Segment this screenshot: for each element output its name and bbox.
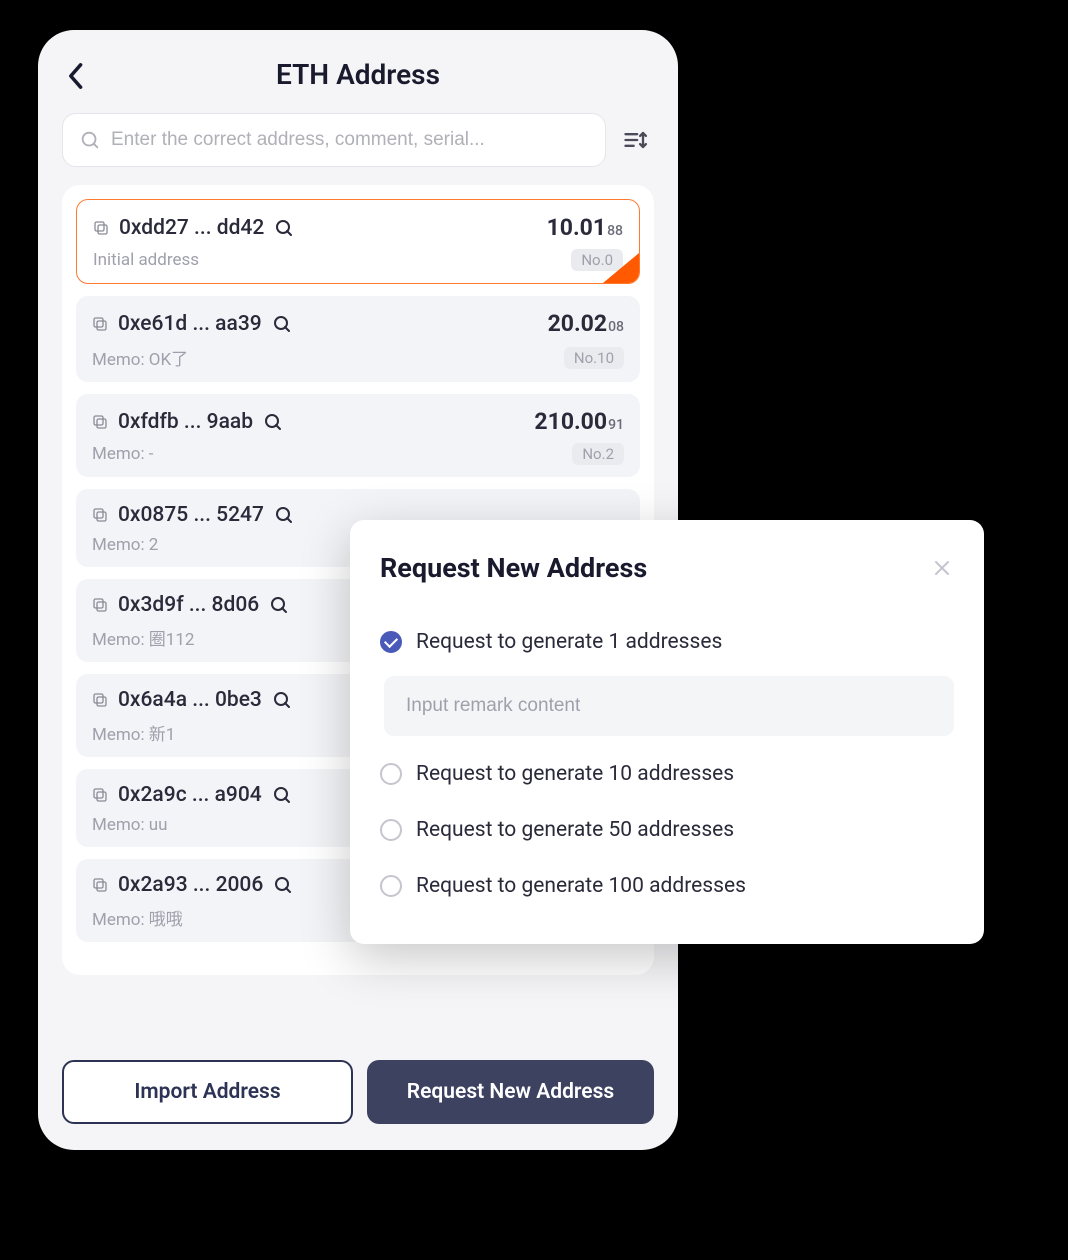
address-memo: Memo: 哦哦 bbox=[92, 905, 183, 930]
search-row bbox=[38, 113, 678, 185]
search-box[interactable] bbox=[62, 113, 606, 167]
generate-option-10[interactable]: Request to generate 10 addresses bbox=[380, 746, 954, 802]
search-input[interactable] bbox=[111, 129, 589, 151]
address-text: 0x0875 ... 5247 bbox=[118, 503, 264, 527]
copy-icon[interactable] bbox=[92, 877, 108, 893]
address-text: 0x3d9f ... 8d06 bbox=[118, 593, 259, 617]
sort-button[interactable] bbox=[618, 122, 654, 158]
copy-icon[interactable] bbox=[92, 414, 108, 430]
radio-checked-icon bbox=[380, 631, 402, 653]
import-address-button[interactable]: Import Address bbox=[62, 1060, 353, 1124]
address-memo: Initial address bbox=[93, 250, 199, 270]
request-new-address-modal: Request New Address Request to generate … bbox=[350, 520, 984, 944]
address-text: 0x2a93 ... 2006 bbox=[118, 873, 263, 897]
address-memo: Memo: 新1 bbox=[92, 720, 175, 745]
address-number-badge: No.0 bbox=[571, 249, 623, 271]
modal-title: Request New Address bbox=[380, 552, 647, 584]
back-button[interactable] bbox=[66, 62, 84, 94]
page-title: ETH Address bbox=[276, 58, 440, 91]
address-text: 0x6a4a ... 0be3 bbox=[118, 688, 262, 712]
copy-icon[interactable] bbox=[92, 316, 108, 332]
address-text: 0xe61d ... aa39 bbox=[118, 312, 262, 336]
sort-icon bbox=[622, 126, 650, 154]
option-label: Request to generate 50 addresses bbox=[416, 818, 734, 842]
address-text: 0xdd27 ... dd42 bbox=[119, 216, 264, 240]
option-label: Request to generate 100 addresses bbox=[416, 874, 746, 898]
address-number-badge: No.10 bbox=[564, 347, 624, 369]
remark-input[interactable] bbox=[384, 676, 954, 736]
address-card[interactable]: 0xdd27 ... dd42 10.0188 Initial address … bbox=[76, 199, 640, 284]
generate-option-50[interactable]: Request to generate 50 addresses bbox=[380, 802, 954, 858]
generate-option-1[interactable]: Request to generate 1 addresses bbox=[380, 614, 954, 670]
generate-option-100[interactable]: Request to generate 100 addresses bbox=[380, 858, 954, 914]
address-memo: Memo: 圈112 bbox=[92, 625, 194, 650]
search-icon bbox=[79, 129, 101, 151]
copy-icon[interactable] bbox=[92, 787, 108, 803]
modal-options: Request to generate 1 addresses Request … bbox=[380, 614, 954, 914]
option-label: Request to generate 1 addresses bbox=[416, 630, 722, 654]
address-balance: 10.0188 bbox=[547, 214, 623, 241]
magnify-icon[interactable] bbox=[274, 218, 294, 238]
copy-icon[interactable] bbox=[92, 692, 108, 708]
magnify-icon[interactable] bbox=[272, 785, 292, 805]
header: ETH Address bbox=[38, 30, 678, 113]
address-memo: Memo: OK了 bbox=[92, 345, 188, 370]
option-label: Request to generate 10 addresses bbox=[416, 762, 734, 786]
chevron-left-icon bbox=[66, 62, 84, 90]
magnify-icon[interactable] bbox=[263, 412, 283, 432]
magnify-icon[interactable] bbox=[269, 595, 289, 615]
copy-icon[interactable] bbox=[92, 597, 108, 613]
request-new-address-button[interactable]: Request New Address bbox=[367, 1060, 654, 1124]
radio-icon bbox=[380, 819, 402, 841]
address-card[interactable]: 0xe61d ... aa39 20.0208 Memo: OK了 No.10 bbox=[76, 296, 640, 382]
address-memo: Memo: uu bbox=[92, 815, 168, 835]
magnify-icon[interactable] bbox=[274, 505, 294, 525]
magnify-icon[interactable] bbox=[273, 875, 293, 895]
magnify-icon[interactable] bbox=[272, 314, 292, 334]
address-balance: 210.0091 bbox=[534, 408, 624, 435]
modal-close-button[interactable] bbox=[930, 556, 954, 580]
address-card[interactable]: 0xfdfb ... 9aab 210.0091 Memo: - No.2 bbox=[76, 394, 640, 477]
radio-icon bbox=[380, 875, 402, 897]
magnify-icon[interactable] bbox=[272, 690, 292, 710]
address-text: 0x2a9c ... a904 bbox=[118, 783, 262, 807]
bottom-action-bar: Import Address Request New Address bbox=[62, 1060, 654, 1124]
address-text: 0xfdfb ... 9aab bbox=[118, 410, 253, 434]
close-icon bbox=[933, 559, 951, 577]
copy-icon[interactable] bbox=[92, 507, 108, 523]
address-balance: 20.0208 bbox=[548, 310, 624, 337]
address-number-badge: No.2 bbox=[572, 443, 624, 465]
address-memo: Memo: - bbox=[92, 444, 154, 464]
address-memo: Memo: 2 bbox=[92, 535, 158, 555]
copy-icon[interactable] bbox=[93, 220, 109, 236]
radio-icon bbox=[380, 763, 402, 785]
